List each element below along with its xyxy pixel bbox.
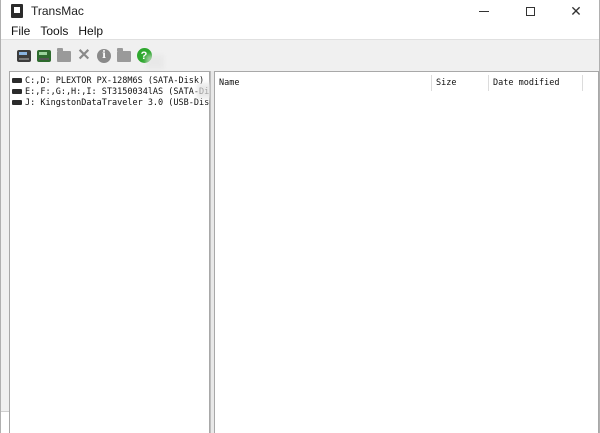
toolbar: ✕ i ?: [1, 39, 599, 71]
column-header-name[interactable]: Name: [215, 75, 432, 91]
blur-artifact: [146, 55, 164, 69]
transmac-app-icon: [11, 4, 23, 18]
disk-icon: [12, 78, 22, 83]
app-window: TransMac ✕ File Tools Help ✕ i ? C:,D: P…: [0, 0, 600, 433]
menu-file[interactable]: File: [1, 24, 35, 38]
save-disk-button[interactable]: [35, 48, 53, 64]
tree-item-disk-c-d[interactable]: C:,D: PLEXTOR PX-128M6S (SATA-Disk): [10, 75, 209, 86]
file-list-pane[interactable]: Name Size Date modified: [214, 71, 599, 433]
maximize-button[interactable]: [507, 0, 553, 22]
minimize-icon: [479, 10, 489, 12]
close-icon: ✕: [570, 3, 582, 19]
new-folder-icon: [117, 48, 131, 62]
disk-tree-pane[interactable]: C:,D: PLEXTOR PX-128M6S (SATA-Disk) E:,F…: [9, 71, 225, 433]
menu-tools[interactable]: Tools: [35, 24, 73, 38]
new-folder-button[interactable]: [115, 48, 133, 64]
menu-bar: File Tools Help: [1, 22, 599, 39]
tree-item-label: C:,D: PLEXTOR PX-128M6S (SATA-Disk): [25, 75, 205, 86]
column-header-date-modified[interactable]: Date modified: [489, 75, 583, 91]
column-header-name-label: Name: [219, 78, 240, 88]
tree-item-label: J: KingstonDataTraveler 3.0 (USB-Disk): [25, 97, 220, 108]
tree-item-disk-j[interactable]: J: KingstonDataTraveler 3.0 (USB-Disk): [10, 97, 219, 108]
disk-icon: [12, 100, 22, 105]
folder-icon: [57, 48, 71, 62]
column-header-date-label: Date modified: [493, 78, 560, 88]
close-button[interactable]: ✕: [553, 0, 599, 22]
info-icon: i: [97, 48, 111, 63]
save-disk-icon: [37, 49, 51, 62]
minimize-button[interactable]: [461, 0, 507, 22]
delete-button[interactable]: ✕: [75, 46, 93, 64]
window-controls: ✕: [461, 0, 599, 22]
open-disk-icon: [17, 49, 31, 62]
column-header-size[interactable]: Size: [432, 75, 489, 91]
status-corner: [1, 411, 9, 433]
disk-icon: [12, 89, 22, 94]
pane-area: C:,D: PLEXTOR PX-128M6S (SATA-Disk) E:,F…: [1, 55, 599, 433]
window-title: TransMac: [31, 4, 84, 18]
tree-item-label: E:,F:,G:,H:,I: ST3150034lAS (SATA-Disk): [25, 86, 225, 97]
open-disk-button[interactable]: [15, 48, 33, 64]
column-header-size-label: Size: [436, 78, 457, 88]
menu-help[interactable]: Help: [73, 24, 108, 38]
delete-icon: ✕: [77, 46, 91, 64]
folder-button[interactable]: [55, 48, 73, 64]
info-button[interactable]: i: [95, 48, 113, 64]
tree-item-disk-e-i[interactable]: E:,F:,G:,H:,I: ST3150034lAS (SATA-Disk): [10, 86, 225, 97]
file-list-header: Name Size Date modified: [215, 75, 598, 91]
title-bar[interactable]: TransMac ✕: [1, 0, 599, 22]
maximize-icon: [525, 6, 535, 16]
